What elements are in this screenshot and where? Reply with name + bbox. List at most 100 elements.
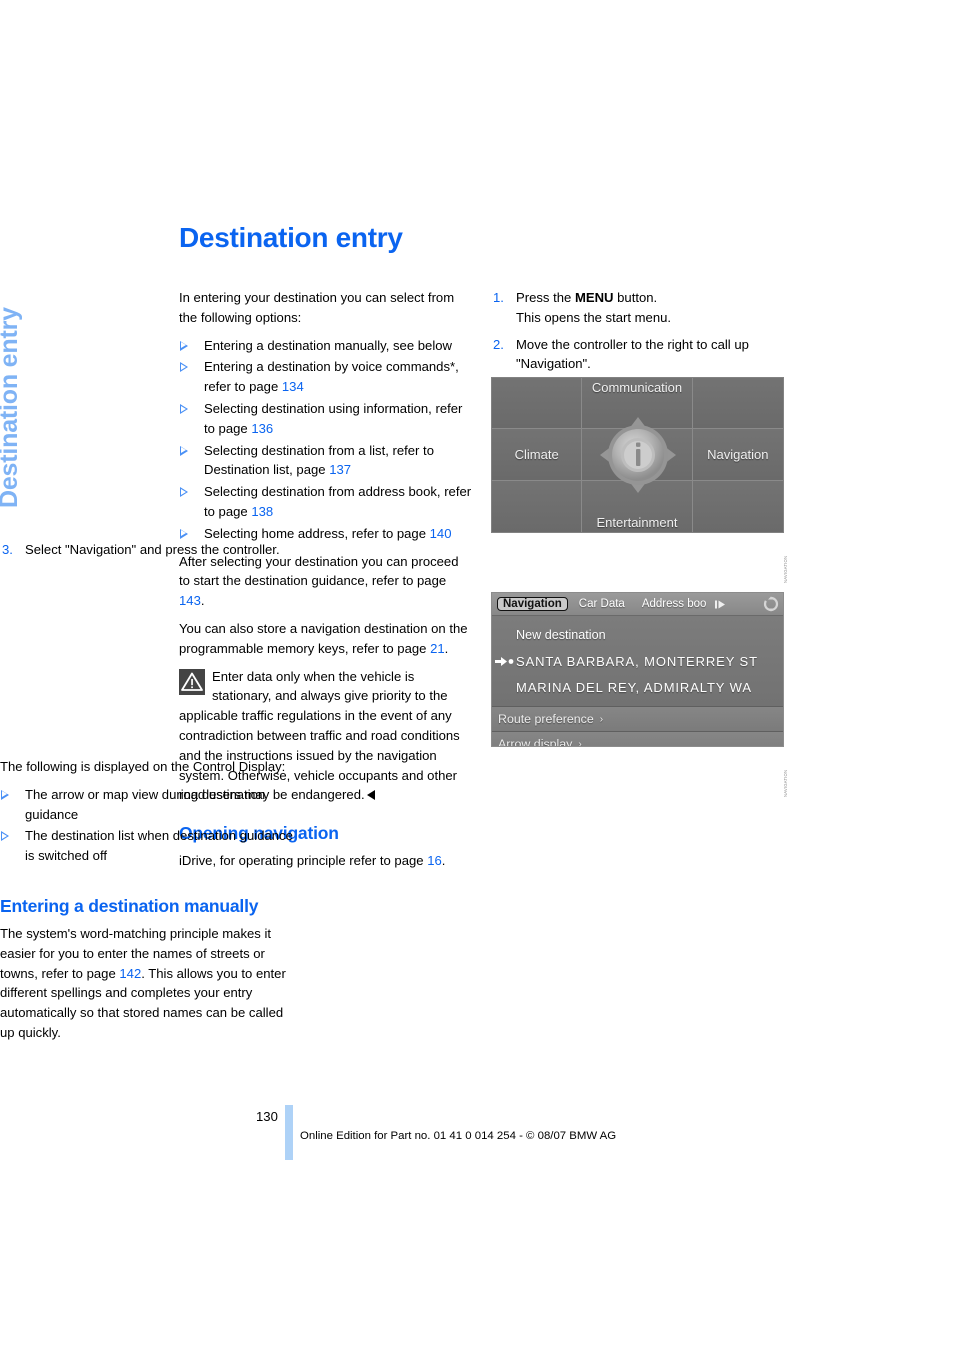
- right-column-lower: The following is displayed on the Contro…: [0, 757, 293, 1051]
- start-menu-cell-center: [582, 429, 693, 481]
- start-menu-item-navigation[interactable]: Navigation: [692, 429, 783, 481]
- control-display-intro: The following is displayed on the Contro…: [0, 759, 286, 774]
- start-menu-grid: Communication Climate Navigation Enterta…: [491, 377, 784, 533]
- page-reference[interactable]: 142: [119, 966, 141, 981]
- step-text: Press the: [516, 290, 575, 305]
- paragraph-text: You can also store a navigation destinat…: [179, 620, 468, 656]
- page-reference[interactable]: 143: [179, 593, 201, 608]
- tab-navigation[interactable]: Navigation: [497, 597, 568, 611]
- chapter-side-tab: Destination entry: [0, 307, 23, 508]
- steps-list-top: 1. Press the MENU button. This opens the…: [491, 288, 784, 374]
- paragraph-text-end: .: [441, 853, 446, 869]
- figure-caption: NAVIGATION: [783, 555, 788, 583]
- triangle-bullet-icon: [1, 831, 9, 842]
- step-text-end: button.: [613, 290, 658, 305]
- idrive-start-menu-screenshot: Communication Climate Navigation Enterta…: [491, 377, 788, 583]
- page-reference[interactable]: 136: [251, 421, 273, 436]
- figure-caption: NAVIGATION: [783, 769, 788, 797]
- start-menu-item-entertainment[interactable]: Entertainment: [582, 480, 693, 532]
- list-item-label: MARINA DEL REY, ADMIRALTY WA: [516, 679, 752, 695]
- page-reference[interactable]: 138: [251, 504, 273, 519]
- memory-keys-paragraph: You can also store a navigation destinat…: [179, 619, 472, 659]
- current-destination-marker-icon: [495, 656, 515, 667]
- destination-options-list: Entering a destination manually, see bel…: [179, 336, 472, 544]
- list-item-new-destination[interactable]: New destination: [492, 622, 783, 648]
- page-reference[interactable]: 16: [427, 853, 442, 868]
- right-column: 1. Press the MENU button. This opens the…: [491, 288, 784, 384]
- navigation-menu: Navigation Car Data Address boo New dest…: [491, 592, 784, 747]
- list-item: Entering a destination by voice commands…: [179, 357, 472, 397]
- triangle-bullet-icon: [180, 362, 188, 373]
- option-text: Entering a destination by voice commands…: [204, 359, 459, 395]
- page-title: Destination entry: [179, 222, 403, 253]
- triangle-bullet-icon: [180, 445, 188, 456]
- step-number: 2.: [493, 336, 504, 352]
- triangle-bullet-icon: [180, 528, 188, 539]
- intro-paragraph: In entering your destination you can sel…: [179, 290, 455, 325]
- manual-page: Destination entry Destination entry In e…: [0, 0, 954, 1350]
- idrive-navigation-menu-screenshot: Navigation Car Data Address boo New dest…: [491, 592, 788, 797]
- start-menu-cell-empty-tl: [492, 378, 583, 430]
- menu-item-route-preference[interactable]: Route preference ›: [492, 706, 783, 731]
- paragraph-text-end: .: [200, 593, 205, 609]
- start-menu-label: Navigation: [707, 446, 769, 462]
- step-item: 2. Move the controller to the right to c…: [491, 335, 784, 375]
- navigation-destination-list: New destination SANTA BARBARA, MONTERREY…: [492, 616, 783, 706]
- triangle-bullet-icon: [180, 487, 188, 498]
- menu-item-arrow-display[interactable]: Arrow display ›: [492, 731, 783, 747]
- page-reference[interactable]: 137: [329, 462, 351, 477]
- paragraph-text-end: .: [444, 640, 449, 656]
- start-menu-cell-empty-bl: [492, 480, 583, 532]
- display-item-text: The arrow or map view during destination…: [25, 786, 266, 822]
- warning-triangle-icon: [179, 668, 205, 695]
- footer-accent-bar: [285, 1105, 293, 1160]
- step-number: 1.: [493, 290, 504, 305]
- footer-edition-text: Online Edition for Part no. 01 41 0 014 …: [300, 1130, 617, 1142]
- list-item-destination-2[interactable]: MARINA DEL REY, ADMIRALTY WA: [492, 674, 783, 700]
- start-menu-label: Climate: [514, 446, 559, 462]
- step-item: 3. Select "Navigation" and press the con…: [0, 540, 293, 560]
- start-menu-cell-empty-tr: [692, 378, 783, 430]
- option-text: Selecting destination from address book,…: [204, 484, 472, 519]
- list-item: The arrow or map view during destination…: [0, 785, 293, 825]
- steps-list-step3: 3. Select "Navigation" and press the con…: [0, 540, 293, 560]
- start-menu-item-communication[interactable]: Communication: [582, 378, 693, 430]
- tab-address-book[interactable]: Address boo: [636, 597, 713, 611]
- display-item-text: The destination list when destination gu…: [25, 828, 293, 864]
- triangle-bullet-icon: [1, 789, 9, 800]
- triangle-bullet-icon: [180, 340, 188, 351]
- refresh-icon[interactable]: [762, 595, 780, 613]
- list-item-label: SANTA BARBARA, MONTERREY ST: [516, 653, 758, 669]
- page-reference[interactable]: 140: [430, 526, 452, 541]
- menu-button-label: MENU: [574, 290, 614, 305]
- page-reference[interactable]: 134: [282, 379, 304, 394]
- step-item: 1. Press the MENU button. This opens the…: [491, 288, 784, 328]
- menu-item-label: Arrow display: [498, 737, 573, 747]
- start-menu-cell-empty-br: [692, 480, 783, 532]
- list-item: Selecting destination from address book,…: [179, 482, 472, 522]
- start-menu-item-climate[interactable]: Climate: [492, 429, 583, 481]
- tab-car-data[interactable]: Car Data: [573, 597, 631, 611]
- option-text: Selecting destination from a list, refer…: [204, 442, 434, 478]
- option-text: Entering a destination manually, see bel…: [204, 337, 452, 353]
- page-number: 130: [256, 1109, 278, 1124]
- list-item-destination-1[interactable]: SANTA BARBARA, MONTERREY ST: [492, 648, 783, 674]
- right-column-step3-wrap: 3. Select "Navigation" and press the con…: [0, 540, 293, 567]
- step-text: Select "Navigation" and press the contro…: [25, 542, 280, 557]
- step-text-line2: This opens the start menu.: [516, 309, 672, 325]
- step-number: 3.: [2, 542, 13, 557]
- scroll-right-icon[interactable]: [714, 598, 727, 611]
- page-reference[interactable]: 21: [430, 641, 445, 656]
- manual-entry-paragraph: The system's word-matching principle mak…: [0, 924, 293, 1043]
- start-menu-label: Entertainment: [596, 514, 678, 530]
- triangle-bullet-icon: [180, 403, 188, 414]
- option-text: Selecting home address, refer to page: [204, 525, 430, 541]
- control-display-items-list: The arrow or map view during destination…: [0, 785, 293, 866]
- step-text: Move the controller to the right to call…: [516, 336, 749, 372]
- menu-item-label: Route preference: [498, 712, 594, 726]
- chevron-right-icon: ›: [578, 738, 582, 747]
- navigation-tab-bar: Navigation Car Data Address boo: [492, 593, 783, 616]
- end-of-note-marker: [366, 790, 375, 801]
- chevron-right-icon: ›: [599, 713, 604, 725]
- list-item: Selecting destination from a list, refer…: [179, 441, 472, 481]
